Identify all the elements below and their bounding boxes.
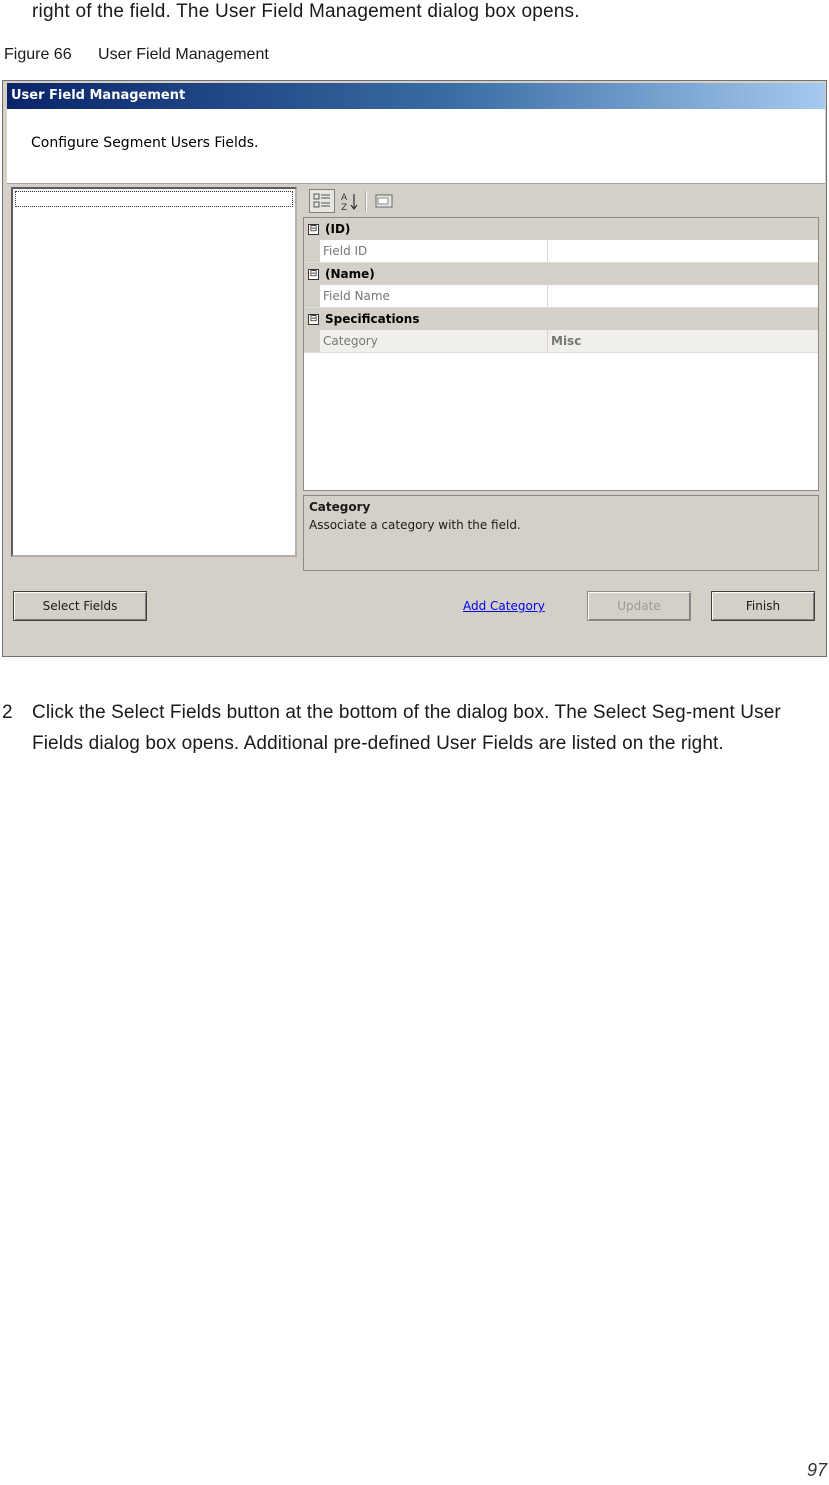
dialog-header: Configure Segment Users Fields. [7, 109, 825, 184]
update-button[interactable]: Update [587, 591, 691, 621]
alphabetical-sort-icon[interactable]: A Z [337, 189, 363, 213]
figure-title: User Field Management [98, 46, 269, 63]
toolbar-separator [365, 191, 367, 211]
categorized-icon[interactable] [309, 189, 335, 213]
property-row-field-name[interactable]: Field Name [304, 285, 818, 308]
dialog-title-bar: User Field Management [7, 83, 825, 109]
figure-caption: Figure 66 User Field Management [4, 45, 269, 65]
property-row-category[interactable]: Category Misc [304, 330, 818, 353]
property-name: Field Name [320, 285, 548, 307]
user-field-management-dialog: User Field Management Configure Segment … [2, 80, 827, 657]
collapse-icon[interactable]: ⊟ [308, 313, 319, 325]
category-row-name[interactable]: ⊟ (Name) [304, 263, 818, 285]
property-name: Category [320, 330, 548, 352]
add-category-link[interactable]: Add Category [463, 599, 545, 613]
step-number: 2 [2, 702, 13, 723]
property-row-field-id[interactable]: Field ID [304, 240, 818, 263]
page-number: 97 [806, 1460, 827, 1480]
svg-text:Z: Z [341, 203, 347, 211]
category-label: Specifications [325, 312, 420, 326]
figure-number: Figure 66 [4, 46, 72, 63]
collapse-icon[interactable]: ⊟ [308, 268, 319, 280]
property-pages-icon[interactable] [371, 189, 397, 213]
collapse-icon[interactable]: ⊟ [308, 223, 319, 235]
property-value[interactable] [548, 240, 818, 262]
fields-list[interactable] [11, 187, 297, 557]
category-row-id[interactable]: ⊟ (ID) [304, 218, 818, 240]
property-name: Field ID [320, 240, 548, 262]
step-text: Click the Select Fields button at the bo… [32, 702, 781, 754]
description-text: Associate a category with the field. [309, 518, 521, 532]
description-title: Category [309, 500, 371, 514]
property-value[interactable] [548, 285, 818, 307]
category-label: (ID) [325, 222, 351, 236]
category-row-specifications[interactable]: ⊟ Specifications [304, 308, 818, 330]
property-grid-toolbar: A Z [303, 187, 823, 215]
intro-paragraph: right of the field. The User Field Manag… [32, 1, 580, 22]
select-fields-button[interactable]: Select Fields [13, 591, 147, 621]
list-focus-item[interactable] [15, 191, 293, 207]
property-grid[interactable]: ⊟ (ID) Field ID ⊟ (Name) Field Name ⊟ Sp… [303, 217, 819, 491]
property-description-panel: Category Associate a category with the f… [303, 495, 819, 571]
finish-button[interactable]: Finish [711, 591, 815, 621]
category-label: (Name) [325, 267, 375, 281]
header-description: Configure Segment Users Fields. [31, 135, 259, 151]
svg-text:A: A [341, 193, 348, 203]
property-value[interactable]: Misc [548, 330, 818, 352]
